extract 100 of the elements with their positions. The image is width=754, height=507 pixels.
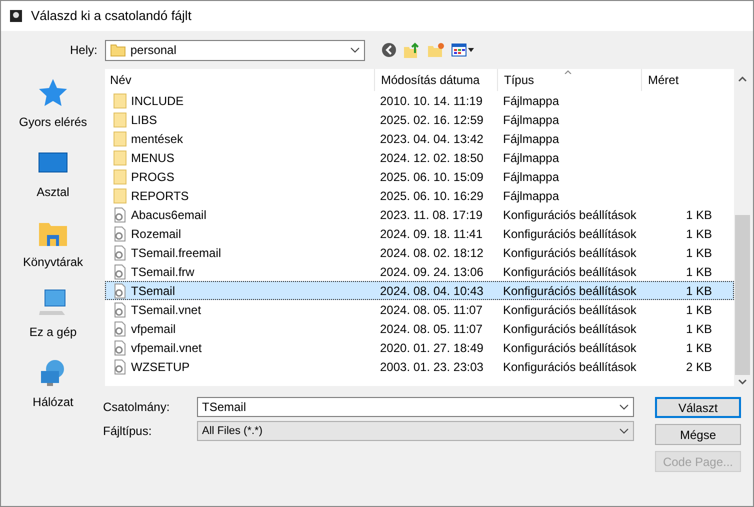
location-dropdown[interactable]: personal (105, 40, 366, 60)
file-size: 1 KB (686, 206, 712, 224)
filetype-label: Fájltípus: (103, 423, 153, 440)
modified-date: 2025. 02. 16. 12:59 (380, 112, 484, 128)
settings-file-icon (113, 302, 127, 318)
file-type: Konfigurációs beállítások (503, 302, 636, 318)
file-size: 1 KB (686, 302, 712, 318)
file-row[interactable]: PROGS 2025. 06. 10. 15:09 Fájlmappa (105, 167, 734, 186)
sidebar-place[interactable]: Asztal (36, 147, 70, 201)
modified-date: 2023. 04. 04. 13:42 (380, 130, 484, 148)
folder-icon (113, 150, 127, 166)
file-type: Konfigurációs beállítások (503, 340, 636, 356)
chevron-down-icon (619, 404, 629, 410)
filename-field[interactable]: TSemail (197, 397, 634, 417)
sidebar-place[interactable]: Gyors elérés (18, 77, 88, 131)
file-row[interactable]: REPORTS 2025. 06. 10. 16:29 Fájlmappa (105, 186, 734, 205)
folder-icon (113, 92, 127, 108)
folder-icon (113, 188, 127, 204)
file-name: mentések (131, 130, 184, 148)
chevron-down-icon (350, 47, 360, 53)
folder-icon (113, 130, 127, 146)
file-type: Konfigurációs beállítások (503, 244, 636, 262)
settings-file-icon (113, 244, 127, 260)
scroll-up-icon[interactable] (738, 76, 747, 82)
star-icon (37, 77, 69, 109)
view-menu-icon[interactable] (451, 42, 476, 58)
file-name: LIBS (131, 112, 158, 128)
file-name: WZSETUP (131, 358, 190, 376)
column-header[interactable]: Típus (497, 69, 641, 91)
modified-date: 2010. 10. 14. 11:19 (380, 92, 483, 110)
file-name: vfpemail.vnet (131, 340, 202, 356)
sidebar-place[interactable]: Hálózat (32, 357, 74, 411)
file-size: 1 KB (686, 264, 712, 280)
settings-file-icon (113, 340, 127, 356)
file-row[interactable]: vfpemail 2024. 08. 05. 11:07 Konfigurációs beállítások 1 KB (105, 319, 734, 338)
new-folder-icon[interactable] (427, 42, 446, 58)
file-type: Konfigurációs beállítások (503, 206, 636, 224)
modified-date: 2024. 08. 05. 11:07 (380, 302, 483, 318)
settings-file-icon (113, 206, 127, 222)
column-header[interactable]: Név (105, 69, 374, 91)
file-type: Konfigurációs beállítások (503, 226, 636, 242)
file-size: 2 KB (686, 358, 712, 376)
column-header[interactable]: Módosítás dátuma (374, 69, 497, 91)
folder-icon (110, 43, 126, 57)
file-name: INCLUDE (131, 92, 184, 110)
settings-file-icon (113, 264, 127, 280)
modified-date: 2024. 09. 18. 11:41 (380, 226, 483, 242)
file-name: vfpemail (131, 320, 176, 338)
file-row[interactable]: Rozemail 2024. 09. 18. 11:41 Konfigurációs beállítások 1 KB (105, 224, 734, 243)
file-row[interactable]: TSemail 2024. 08. 04. 10:43 Konfigurációs beállítások 1 KB (105, 281, 734, 300)
file-name: TSemail.vnet (131, 302, 202, 318)
file-row[interactable]: MENUS 2024. 12. 02. 18:50 Fájlmappa (105, 148, 734, 167)
file-size: 1 KB (686, 282, 712, 300)
file-row[interactable]: vfpemail.vnet 2020. 01. 27. 18:49 Konfigurációs beállítások 1 KB (105, 338, 734, 357)
file-name: MENUS (131, 150, 174, 166)
file-size: 1 KB (686, 244, 712, 262)
file-name: Abacus6email (131, 206, 206, 224)
file-type: Konfigurációs beállítások (503, 282, 636, 300)
file-type: Fájlmappa (503, 92, 560, 110)
sidebar-place[interactable]: Ez a gép (29, 287, 77, 341)
file-size: 1 KB (686, 226, 712, 242)
folder-icon (113, 112, 127, 128)
file-name: TSemail.frw (131, 264, 194, 280)
folder-icon (113, 168, 127, 184)
file-size: 1 KB (686, 340, 712, 356)
file-row[interactable]: TSemail.freemail 2024. 08. 02. 18:12 Konfigurációs beállítások 1 KB (105, 243, 734, 262)
file-row[interactable]: TSemail.frw 2024. 09. 24. 13:06 Konfigurációs beállítások 1 KB (105, 262, 734, 281)
file-row[interactable]: TSemail.vnet 2024. 08. 05. 11:07 Konfigurációs beállítások 1 KB (105, 300, 734, 319)
folder-up-icon[interactable] (403, 41, 422, 59)
file-row[interactable]: WZSETUP 2003. 01. 23. 23:03 Konfigurációs beállítások 2 KB (105, 357, 734, 376)
sidebar-place[interactable]: Könyvtárak (22, 217, 84, 271)
modified-date: 2024. 09. 24. 13:06 (380, 264, 484, 280)
file-name: PROGS (131, 168, 174, 186)
dialog-button[interactable]: Választ (655, 397, 741, 418)
modified-date: 2024. 08. 04. 10:43 (380, 282, 484, 300)
column-header[interactable]: Méret (641, 69, 718, 91)
location-label: Hely: (70, 42, 98, 59)
file-type: Konfigurációs beállítások (503, 264, 636, 280)
file-name: TSemail (131, 282, 176, 300)
filetype-dropdown[interactable]: All Files (*.*) (197, 421, 634, 441)
filename-label: Csatolmány: (103, 399, 171, 416)
file-type: Fájlmappa (503, 112, 560, 128)
file-row[interactable]: mentések 2023. 04. 04. 13:42 Fájlmappa (105, 129, 734, 148)
scrollbar-thumb[interactable] (735, 215, 750, 375)
dialog-button[interactable]: Mégse (655, 424, 741, 445)
modified-date: 2024. 08. 05. 11:07 (380, 320, 483, 338)
file-row[interactable]: LIBS 2025. 02. 16. 12:59 Fájlmappa (105, 110, 734, 129)
file-row[interactable]: INCLUDE 2010. 10. 14. 11:19 Fájlmappa (105, 91, 734, 110)
file-type: Konfigurációs beállítások (503, 358, 636, 376)
back-icon[interactable] (381, 42, 398, 58)
modified-date: 2020. 01. 27. 18:49 (380, 340, 484, 356)
settings-file-icon (113, 358, 127, 374)
file-size: 1 KB (686, 320, 712, 338)
settings-file-icon (113, 320, 127, 336)
settings-file-icon (113, 226, 127, 242)
window-title: Válaszd ki a csatolandó fájlt (31, 7, 192, 26)
settings-file-icon (113, 282, 127, 298)
modified-date: 2023. 11. 08. 17:19 (380, 206, 483, 224)
modified-date: 2025. 06. 10. 15:09 (380, 168, 484, 186)
file-row[interactable]: Abacus6email 2023. 11. 08. 17:19 Konfigurációs beállítások 1 KB (105, 205, 734, 224)
